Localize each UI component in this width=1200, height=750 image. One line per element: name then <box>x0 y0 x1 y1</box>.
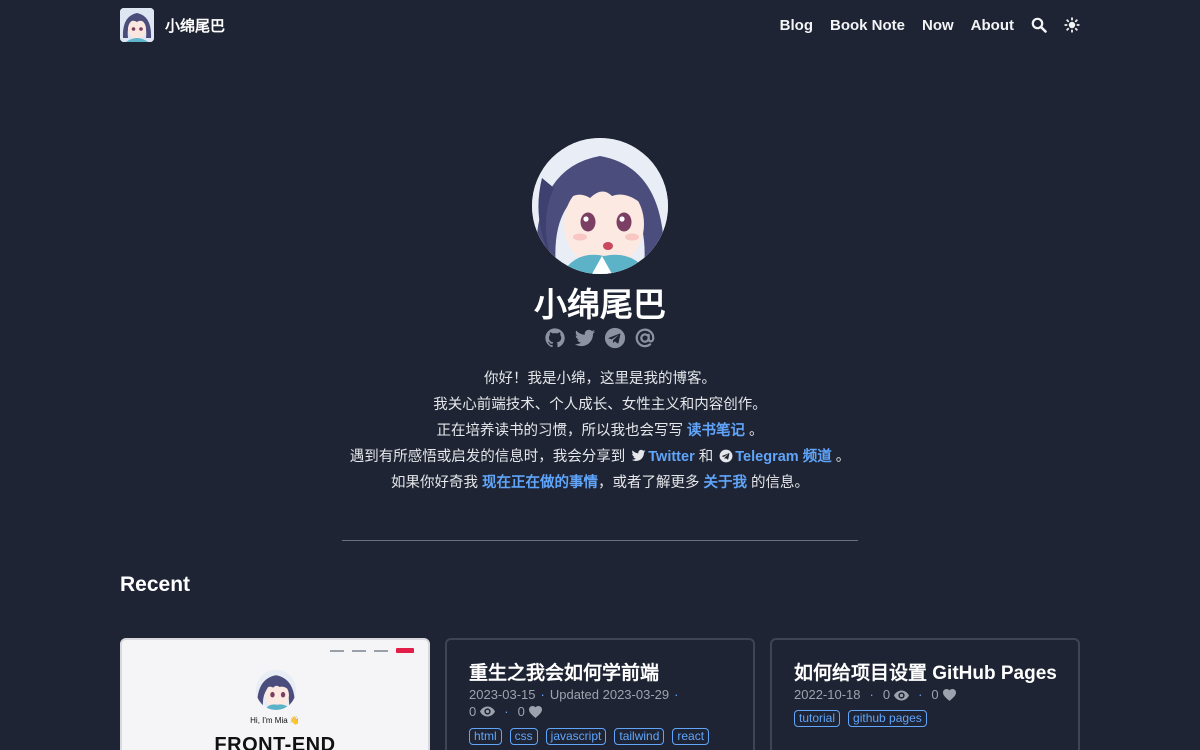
bio-text: 遇到有所感悟或启发的信息时，我会分享到 <box>349 449 630 465</box>
nav-now[interactable]: Now <box>922 17 954 34</box>
section-divider <box>342 540 858 541</box>
tag-tailwind[interactable]: tailwind <box>614 728 665 745</box>
like-count: 0 <box>931 687 939 702</box>
post-card[interactable]: 如何给项目设置 GitHub Pages 2022-10-18 · 0 · 0 … <box>770 638 1080 750</box>
nav-book-note[interactable]: Book Note <box>830 17 905 34</box>
post-tags: tutorial github pages <box>794 710 927 727</box>
post-meta: 2023-03-15 · Updated 2023-03-29 · <box>469 687 679 702</box>
twitter-icon[interactable] <box>574 327 596 349</box>
tag-react[interactable]: react <box>672 728 710 745</box>
like-count: 0 <box>517 704 525 719</box>
site-avatar <box>120 8 154 42</box>
post-date: 2023-03-15 <box>469 687 536 702</box>
view-count: 0 <box>469 704 477 719</box>
nav-blog[interactable]: Blog <box>780 17 813 34</box>
bio-line: 正在培养读书的习惯，所以我也会写写 读书笔记 。 <box>0 418 1200 444</box>
telegram-link[interactable]: Telegram 频道 <box>717 449 832 465</box>
bio-text: 。 <box>745 423 764 439</box>
main-nav: Blog Book Note Now About <box>780 17 1080 34</box>
bio-text: 和 <box>694 449 718 465</box>
theme-toggle-sun-icon[interactable] <box>1064 17 1080 33</box>
post-stats: 0 · 0 <box>469 704 542 719</box>
tag-javascript[interactable]: javascript <box>545 728 607 745</box>
heart-icon <box>942 689 956 701</box>
preview-avatar <box>256 670 296 710</box>
book-note-link[interactable]: 读书笔记 <box>687 423 745 439</box>
telegram-icon <box>719 449 733 463</box>
eye-icon <box>480 706 496 717</box>
post-updated: Updated 2023-03-29 <box>549 687 670 702</box>
bio-text: 正在培养读书的习惯，所以我也会写写 <box>436 423 687 439</box>
post-date: 2022-10-18 <box>794 687 861 702</box>
home-link[interactable]: 小绵尾巴 <box>120 8 225 42</box>
post-title: 重生之我会如何学前端 <box>469 663 660 684</box>
twitter-icon <box>631 449 646 461</box>
search-icon[interactable] <box>1031 17 1047 33</box>
bio-line: 如果你好奇我 现在正在做的事情，或者了解更多 关于我 的信息。 <box>0 470 1200 496</box>
eye-icon <box>894 690 910 701</box>
tag-tutorial[interactable]: tutorial <box>794 710 841 727</box>
github-icon[interactable] <box>544 327 566 349</box>
post-title: 如何给项目设置 GitHub Pages <box>794 663 1057 684</box>
twitter-link[interactable]: Twitter <box>629 449 695 465</box>
post-card-preview[interactable]: Hi, I'm Mia 👋 FRONT-END <box>120 638 430 750</box>
preview-greeting: Hi, I'm Mia 👋 <box>250 716 300 725</box>
telegram-link-label: Telegram 频道 <box>735 449 832 465</box>
profile-name: 小绵尾巴 <box>534 286 666 323</box>
tag-github-pages[interactable]: github pages <box>848 710 927 727</box>
post-card[interactable]: 重生之我会如何学前端 2023-03-15 · Updated 2023-03-29… <box>445 638 755 750</box>
preview-nav <box>330 648 414 653</box>
profile-bio: 你好！我是小绵，这里是我的博客。 我关心前端技术、个人成长、女性主义和内容创作。… <box>0 366 1200 496</box>
bio-line: 我关心前端技术、个人成长、女性主义和内容创作。 <box>433 397 767 413</box>
preview-heading: FRONT-END <box>214 734 336 750</box>
bio-text: 的信息。 <box>747 475 810 491</box>
social-links <box>0 327 1200 349</box>
bio-text: 。 <box>831 449 851 465</box>
heart-icon <box>528 705 542 718</box>
twitter-link-label: Twitter <box>648 449 695 465</box>
post-tags: html css javascript tailwind react <box>469 728 710 745</box>
tag-html[interactable]: html <box>469 728 502 745</box>
site-header: 小绵尾巴 Blog Book Note Now About <box>120 8 1080 42</box>
bio-line: 你好！我是小绵，这里是我的博客。 <box>484 371 716 387</box>
now-link[interactable]: 现在正在做的事情 <box>482 475 598 491</box>
about-link[interactable]: 关于我 <box>704 475 748 491</box>
nav-about[interactable]: About <box>971 17 1014 34</box>
view-count: 0 <box>882 687 891 702</box>
bio-text: ，或者了解更多 <box>597 475 704 491</box>
tag-css[interactable]: css <box>509 728 538 745</box>
email-at-icon[interactable] <box>634 327 656 349</box>
bio-line: 遇到有所感悟或启发的信息时，我会分享到 Twitter 和 Telegram 频… <box>0 444 1200 470</box>
recent-heading: Recent <box>120 573 191 596</box>
site-name: 小绵尾巴 <box>165 17 226 35</box>
bio-text: 如果你好奇我 <box>390 475 482 491</box>
telegram-icon[interactable] <box>604 327 626 349</box>
profile-avatar <box>532 138 668 274</box>
post-meta: 2022-10-18 · 0 · 0 <box>794 685 956 705</box>
